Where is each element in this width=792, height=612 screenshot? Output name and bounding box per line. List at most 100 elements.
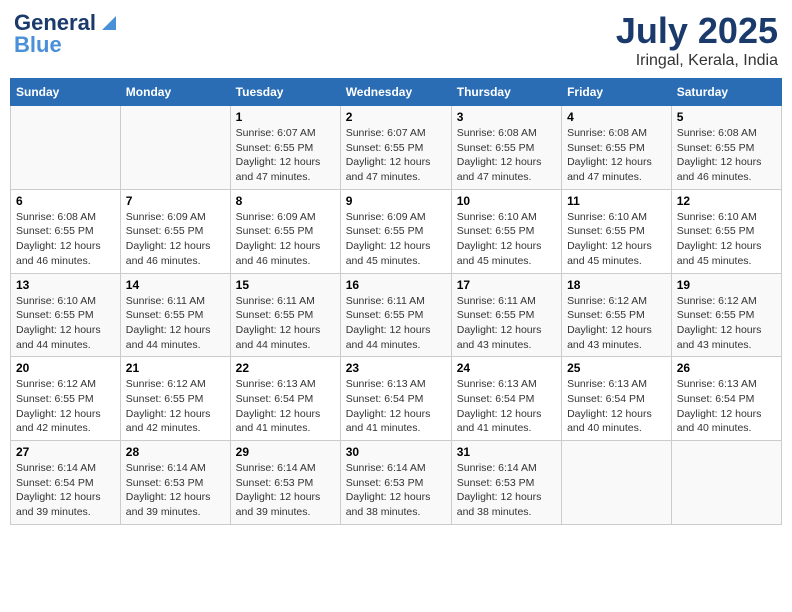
day-info: Sunrise: 6:14 AMSunset: 6:54 PMDaylight:… (16, 461, 115, 520)
column-header-wednesday: Wednesday (340, 79, 451, 106)
day-info: Sunrise: 6:07 AMSunset: 6:55 PMDaylight:… (236, 126, 335, 185)
day-info: Sunrise: 6:14 AMSunset: 6:53 PMDaylight:… (236, 461, 335, 520)
calendar-cell: 23 Sunrise: 6:13 AMSunset: 6:54 PMDayligh… (340, 357, 451, 441)
day-info: Sunrise: 6:14 AMSunset: 6:53 PMDaylight:… (457, 461, 556, 520)
day-info: Sunrise: 6:08 AMSunset: 6:55 PMDaylight:… (457, 126, 556, 185)
calendar-cell: 17 Sunrise: 6:11 AMSunset: 6:55 PMDayligh… (451, 273, 561, 357)
calendar-cell: 9 Sunrise: 6:09 AMSunset: 6:55 PMDaylight… (340, 189, 451, 273)
calendar-cell: 12 Sunrise: 6:10 AMSunset: 6:55 PMDayligh… (671, 189, 781, 273)
day-number: 6 (16, 194, 115, 208)
calendar-cell: 8 Sunrise: 6:09 AMSunset: 6:55 PMDaylight… (230, 189, 340, 273)
week-row-1: 1 Sunrise: 6:07 AMSunset: 6:55 PMDaylight… (11, 106, 782, 190)
calendar-cell: 20Sunrise: 6:12 AMSunset: 6:55 PMDayligh… (11, 357, 121, 441)
day-info: Sunrise: 6:12 AMSunset: 6:55 PMDaylight:… (567, 294, 666, 353)
day-number: 22 (236, 361, 335, 375)
day-number: 27 (16, 445, 115, 459)
day-info: Sunrise: 6:09 AMSunset: 6:55 PMDaylight:… (346, 210, 446, 269)
calendar-cell: 10 Sunrise: 6:10 AMSunset: 6:55 PMDayligh… (451, 189, 561, 273)
day-info: Sunrise: 6:08 AMSunset: 6:55 PMDaylight:… (677, 126, 776, 185)
day-info: Sunrise: 6:10 AMSunset: 6:55 PMDaylight:… (16, 294, 115, 353)
calendar-cell (120, 106, 230, 190)
day-number: 2 (346, 110, 446, 124)
day-number: 4 (567, 110, 666, 124)
calendar-cell: 7 Sunrise: 6:09 AMSunset: 6:55 PMDaylight… (120, 189, 230, 273)
calendar-cell: 21 Sunrise: 6:12 AMSunset: 6:55 PMDayligh… (120, 357, 230, 441)
calendar-cell: 31 Sunrise: 6:14 AMSunset: 6:53 PMDayligh… (451, 441, 561, 525)
title-block: July 2025 Iringal, Kerala, India (616, 10, 778, 70)
day-info: Sunrise: 6:10 AMSunset: 6:55 PMDaylight:… (457, 210, 556, 269)
day-number: 25 (567, 361, 666, 375)
day-number: 29 (236, 445, 335, 459)
calendar-cell (671, 441, 781, 525)
day-number: 19 (677, 278, 776, 292)
calendar-cell: 18 Sunrise: 6:12 AMSunset: 6:55 PMDayligh… (562, 273, 672, 357)
day-number: 30 (346, 445, 446, 459)
calendar-cell: 29 Sunrise: 6:14 AMSunset: 6:53 PMDayligh… (230, 441, 340, 525)
day-info: Sunrise: 6:13 AMSunset: 6:54 PMDaylight:… (346, 377, 446, 436)
day-info: Sunrise: 6:12 AMSunset: 6:55 PMDaylight:… (126, 377, 225, 436)
day-number: 11 (567, 194, 666, 208)
day-info: Sunrise: 6:12 AMSunset: 6:55 PMDaylight:… (677, 294, 776, 353)
calendar-table: SundayMondayTuesdayWednesdayThursdayFrid… (10, 78, 782, 525)
day-number: 23 (346, 361, 446, 375)
calendar-cell: 15Sunrise: 6:11 AMSunset: 6:55 PMDayligh… (230, 273, 340, 357)
calendar-cell: 13 Sunrise: 6:10 AMSunset: 6:55 PMDayligh… (11, 273, 121, 357)
day-info: Sunrise: 6:08 AMSunset: 6:55 PMDaylight:… (16, 210, 115, 269)
logo-icon (98, 12, 116, 30)
day-info: Sunrise: 6:13 AMSunset: 6:54 PMDaylight:… (567, 377, 666, 436)
day-number: 5 (677, 110, 776, 124)
calendar-cell: 24 Sunrise: 6:13 AMSunset: 6:54 PMDayligh… (451, 357, 561, 441)
week-row-2: 6 Sunrise: 6:08 AMSunset: 6:55 PMDaylight… (11, 189, 782, 273)
calendar-cell: 19 Sunrise: 6:12 AMSunset: 6:55 PMDayligh… (671, 273, 781, 357)
calendar-cell: 5 Sunrise: 6:08 AMSunset: 6:55 PMDaylight… (671, 106, 781, 190)
day-number: 9 (346, 194, 446, 208)
column-header-saturday: Saturday (671, 79, 781, 106)
calendar-cell: 30 Sunrise: 6:14 AMSunset: 6:53 PMDayligh… (340, 441, 451, 525)
calendar-cell: 4Sunrise: 6:08 AMSunset: 6:55 PMDaylight… (562, 106, 672, 190)
day-number: 10 (457, 194, 556, 208)
day-info: Sunrise: 6:10 AMSunset: 6:55 PMDaylight:… (677, 210, 776, 269)
column-header-thursday: Thursday (451, 79, 561, 106)
page-title: July 2025 (616, 10, 778, 52)
day-info: Sunrise: 6:09 AMSunset: 6:55 PMDaylight:… (126, 210, 225, 269)
week-row-4: 20Sunrise: 6:12 AMSunset: 6:55 PMDayligh… (11, 357, 782, 441)
day-info: Sunrise: 6:11 AMSunset: 6:55 PMDaylight:… (457, 294, 556, 353)
day-info: Sunrise: 6:14 AMSunset: 6:53 PMDaylight:… (346, 461, 446, 520)
day-info: Sunrise: 6:13 AMSunset: 6:54 PMDaylight:… (457, 377, 556, 436)
day-number: 1 (236, 110, 335, 124)
logo-blue-text: Blue (14, 32, 62, 58)
day-info: Sunrise: 6:14 AMSunset: 6:53 PMDaylight:… (126, 461, 225, 520)
day-number: 18 (567, 278, 666, 292)
calendar-cell: 27 Sunrise: 6:14 AMSunset: 6:54 PMDayligh… (11, 441, 121, 525)
day-info: Sunrise: 6:13 AMSunset: 6:54 PMDaylight:… (236, 377, 335, 436)
day-info: Sunrise: 6:11 AMSunset: 6:55 PMDaylight:… (236, 294, 335, 353)
day-number: 14 (126, 278, 225, 292)
day-number: 7 (126, 194, 225, 208)
calendar-cell: 16Sunrise: 6:11 AMSunset: 6:55 PMDayligh… (340, 273, 451, 357)
calendar-cell: 14 Sunrise: 6:11 AMSunset: 6:55 PMDayligh… (120, 273, 230, 357)
day-info: Sunrise: 6:12 AMSunset: 6:55 PMDaylight:… (16, 377, 115, 436)
calendar-cell (11, 106, 121, 190)
page-header: General Blue July 2025 Iringal, Kerala, … (10, 10, 782, 70)
day-number: 17 (457, 278, 556, 292)
day-number: 21 (126, 361, 225, 375)
page-subtitle: Iringal, Kerala, India (616, 52, 778, 70)
column-header-tuesday: Tuesday (230, 79, 340, 106)
day-number: 13 (16, 278, 115, 292)
day-number: 16 (346, 278, 446, 292)
day-info: Sunrise: 6:11 AMSunset: 6:55 PMDaylight:… (126, 294, 225, 353)
day-number: 12 (677, 194, 776, 208)
day-number: 24 (457, 361, 556, 375)
calendar-cell: 6 Sunrise: 6:08 AMSunset: 6:55 PMDaylight… (11, 189, 121, 273)
calendar-cell: 22 Sunrise: 6:13 AMSunset: 6:54 PMDayligh… (230, 357, 340, 441)
week-row-5: 27 Sunrise: 6:14 AMSunset: 6:54 PMDayligh… (11, 441, 782, 525)
column-header-friday: Friday (562, 79, 672, 106)
calendar-cell: 25 Sunrise: 6:13 AMSunset: 6:54 PMDayligh… (562, 357, 672, 441)
day-info: Sunrise: 6:10 AMSunset: 6:55 PMDaylight:… (567, 210, 666, 269)
day-number: 8 (236, 194, 335, 208)
calendar-cell: 11 Sunrise: 6:10 AMSunset: 6:55 PMDayligh… (562, 189, 672, 273)
day-number: 31 (457, 445, 556, 459)
column-header-sunday: Sunday (11, 79, 121, 106)
day-info: Sunrise: 6:09 AMSunset: 6:55 PMDaylight:… (236, 210, 335, 269)
day-info: Sunrise: 6:13 AMSunset: 6:54 PMDaylight:… (677, 377, 776, 436)
